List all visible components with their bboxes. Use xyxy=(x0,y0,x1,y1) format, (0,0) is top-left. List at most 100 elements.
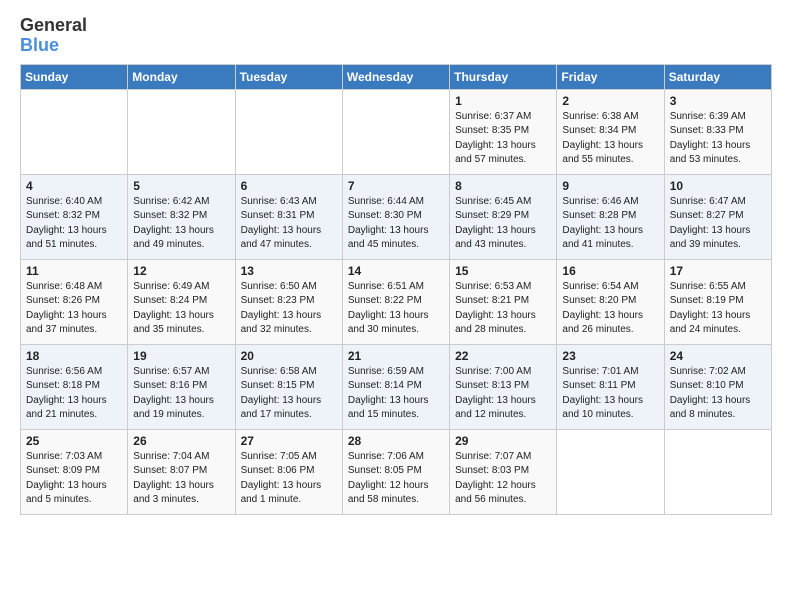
weekday-header-sunday: Sunday xyxy=(21,64,128,89)
cell-details: Sunrise: 6:48 AM Sunset: 8:26 PM Dayligh… xyxy=(26,280,122,338)
day-number: 11 xyxy=(26,264,122,278)
cell-details: Sunrise: 6:46 AM Sunset: 8:28 PM Dayligh… xyxy=(562,195,658,253)
cell-details: Sunrise: 6:51 AM Sunset: 8:22 PM Dayligh… xyxy=(348,280,444,338)
day-number: 5 xyxy=(133,179,229,193)
logo: General Blue General Blue xyxy=(20,16,87,56)
calendar-cell: 15Sunrise: 6:53 AM Sunset: 8:21 PM Dayli… xyxy=(450,259,557,344)
cell-details: Sunrise: 6:38 AM Sunset: 8:34 PM Dayligh… xyxy=(562,110,658,168)
calendar-cell: 14 Sunrise: 6:51 AM Sunset: 8:22 PM Dayli… xyxy=(342,259,449,344)
calendar-week-row: 11 Sunrise: 6:48 AM Sunset: 8:26 PM Dayli… xyxy=(21,259,772,344)
calendar-cell: 16 Sunrise: 6:54 AM Sunset: 8:20 PM Dayli… xyxy=(557,259,664,344)
page-header: General Blue General Blue xyxy=(20,16,772,56)
day-number: 24 xyxy=(670,349,766,363)
calendar-cell: 3 Sunrise: 6:39 AM Sunset: 8:33 PM Daylig… xyxy=(664,89,771,174)
calendar-cell xyxy=(128,89,235,174)
calendar-week-row: 1 Sunrise: 6:37 AM Sunset: 8:35 PM Daylig… xyxy=(21,89,772,174)
calendar-cell: 8 Sunrise: 6:45 AM Sunset: 8:29 PM Daylig… xyxy=(450,174,557,259)
day-number: 14 xyxy=(348,264,444,278)
calendar-cell: 7 Sunrise: 6:44 AM Sunset: 8:30 PM Daylig… xyxy=(342,174,449,259)
day-number: 2 xyxy=(562,94,658,108)
cell-details: Sunrise: 6:39 AM Sunset: 8:33 PM Dayligh… xyxy=(670,110,766,168)
calendar-cell: 26Sunrise: 7:04 AM Sunset: 8:07 PM Dayli… xyxy=(128,429,235,514)
calendar-cell: 18Sunrise: 6:56 AM Sunset: 8:18 PM Dayli… xyxy=(21,344,128,429)
calendar-cell: 9 Sunrise: 6:46 AM Sunset: 8:28 PM Daylig… xyxy=(557,174,664,259)
cell-details: Sunrise: 7:03 AM Sunset: 8:09 PM Dayligh… xyxy=(26,450,122,508)
calendar-cell: 28 Sunrise: 7:06 AM Sunset: 8:05 PM Dayli… xyxy=(342,429,449,514)
cell-details: Sunrise: 6:43 AM Sunset: 8:31 PM Dayligh… xyxy=(241,195,337,253)
day-number: 26 xyxy=(133,434,229,448)
cell-details: Sunrise: 7:02 AM Sunset: 8:10 PM Dayligh… xyxy=(670,365,766,423)
cell-details: Sunrise: 6:57 AM Sunset: 8:16 PM Dayligh… xyxy=(133,365,229,423)
calendar-cell: 17 Sunrise: 6:55 AM Sunset: 8:19 PM Dayli… xyxy=(664,259,771,344)
calendar-cell: 12Sunrise: 6:49 AM Sunset: 8:24 PM Dayli… xyxy=(128,259,235,344)
day-number: 15 xyxy=(455,264,551,278)
calendar-table: SundayMondayTuesdayWednesdayThursdayFrid… xyxy=(20,64,772,515)
weekday-header-monday: Monday xyxy=(128,64,235,89)
calendar-cell: 2 Sunrise: 6:38 AM Sunset: 8:34 PM Daylig… xyxy=(557,89,664,174)
calendar-cell: 10 Sunrise: 6:47 AM Sunset: 8:27 PM Dayli… xyxy=(664,174,771,259)
day-number: 21 xyxy=(348,349,444,363)
calendar-cell xyxy=(21,89,128,174)
calendar-cell: 13 Sunrise: 6:50 AM Sunset: 8:23 PM Dayli… xyxy=(235,259,342,344)
calendar-week-row: 4 Sunrise: 6:40 AM Sunset: 8:32 PM Daylig… xyxy=(21,174,772,259)
cell-details: Sunrise: 6:55 AM Sunset: 8:19 PM Dayligh… xyxy=(670,280,766,338)
calendar-cell xyxy=(664,429,771,514)
day-number: 7 xyxy=(348,179,444,193)
calendar-cell: 20 Sunrise: 6:58 AM Sunset: 8:15 PM Dayli… xyxy=(235,344,342,429)
day-number: 28 xyxy=(348,434,444,448)
calendar-cell xyxy=(557,429,664,514)
day-number: 16 xyxy=(562,264,658,278)
calendar-cell: 29Sunrise: 7:07 AM Sunset: 8:03 PM Dayli… xyxy=(450,429,557,514)
weekday-header-saturday: Saturday xyxy=(664,64,771,89)
cell-details: Sunrise: 6:59 AM Sunset: 8:14 PM Dayligh… xyxy=(348,365,444,423)
day-number: 17 xyxy=(670,264,766,278)
calendar-cell: 19 Sunrise: 6:57 AM Sunset: 8:16 PM Dayli… xyxy=(128,344,235,429)
cell-details: Sunrise: 6:50 AM Sunset: 8:23 PM Dayligh… xyxy=(241,280,337,338)
cell-details: Sunrise: 7:07 AM Sunset: 8:03 PM Dayligh… xyxy=(455,450,551,508)
cell-details: Sunrise: 6:42 AM Sunset: 8:32 PM Dayligh… xyxy=(133,195,229,253)
cell-details: Sunrise: 6:58 AM Sunset: 8:15 PM Dayligh… xyxy=(241,365,337,423)
calendar-cell: 25 Sunrise: 7:03 AM Sunset: 8:09 PM Dayli… xyxy=(21,429,128,514)
day-number: 27 xyxy=(241,434,337,448)
cell-details: Sunrise: 6:45 AM Sunset: 8:29 PM Dayligh… xyxy=(455,195,551,253)
calendar-cell xyxy=(342,89,449,174)
cell-details: Sunrise: 6:37 AM Sunset: 8:35 PM Dayligh… xyxy=(455,110,551,168)
day-number: 4 xyxy=(26,179,122,193)
calendar-cell: 11 Sunrise: 6:48 AM Sunset: 8:26 PM Dayli… xyxy=(21,259,128,344)
day-number: 3 xyxy=(670,94,766,108)
cell-details: Sunrise: 6:56 AM Sunset: 8:18 PM Dayligh… xyxy=(26,365,122,423)
cell-details: Sunrise: 7:05 AM Sunset: 8:06 PM Dayligh… xyxy=(241,450,337,508)
day-number: 25 xyxy=(26,434,122,448)
calendar-cell: 24 Sunrise: 7:02 AM Sunset: 8:10 PM Dayli… xyxy=(664,344,771,429)
logo-text: General Blue xyxy=(20,16,87,56)
day-number: 6 xyxy=(241,179,337,193)
weekday-header-wednesday: Wednesday xyxy=(342,64,449,89)
cell-details: Sunrise: 6:47 AM Sunset: 8:27 PM Dayligh… xyxy=(670,195,766,253)
day-number: 8 xyxy=(455,179,551,193)
day-number: 20 xyxy=(241,349,337,363)
calendar-week-row: 25 Sunrise: 7:03 AM Sunset: 8:09 PM Dayli… xyxy=(21,429,772,514)
cell-details: Sunrise: 6:40 AM Sunset: 8:32 PM Dayligh… xyxy=(26,195,122,253)
calendar-cell xyxy=(235,89,342,174)
day-number: 19 xyxy=(133,349,229,363)
day-number: 1 xyxy=(455,94,551,108)
cell-details: Sunrise: 6:54 AM Sunset: 8:20 PM Dayligh… xyxy=(562,280,658,338)
day-number: 23 xyxy=(562,349,658,363)
day-number: 10 xyxy=(670,179,766,193)
day-number: 22 xyxy=(455,349,551,363)
day-number: 9 xyxy=(562,179,658,193)
calendar-cell: 4 Sunrise: 6:40 AM Sunset: 8:32 PM Daylig… xyxy=(21,174,128,259)
day-number: 12 xyxy=(133,264,229,278)
cell-details: Sunrise: 7:06 AM Sunset: 8:05 PM Dayligh… xyxy=(348,450,444,508)
weekday-header-tuesday: Tuesday xyxy=(235,64,342,89)
calendar-cell: 22 Sunrise: 7:00 AM Sunset: 8:13 PM Dayli… xyxy=(450,344,557,429)
cell-details: Sunrise: 6:44 AM Sunset: 8:30 PM Dayligh… xyxy=(348,195,444,253)
cell-details: Sunrise: 7:01 AM Sunset: 8:11 PM Dayligh… xyxy=(562,365,658,423)
calendar-cell: 27 Sunrise: 7:05 AM Sunset: 8:06 PM Dayli… xyxy=(235,429,342,514)
calendar-week-row: 18Sunrise: 6:56 AM Sunset: 8:18 PM Dayli… xyxy=(21,344,772,429)
day-number: 13 xyxy=(241,264,337,278)
cell-details: Sunrise: 7:00 AM Sunset: 8:13 PM Dayligh… xyxy=(455,365,551,423)
calendar-cell: 5 Sunrise: 6:42 AM Sunset: 8:32 PM Daylig… xyxy=(128,174,235,259)
calendar-cell: 21 Sunrise: 6:59 AM Sunset: 8:14 PM Dayli… xyxy=(342,344,449,429)
weekday-header-thursday: Thursday xyxy=(450,64,557,89)
